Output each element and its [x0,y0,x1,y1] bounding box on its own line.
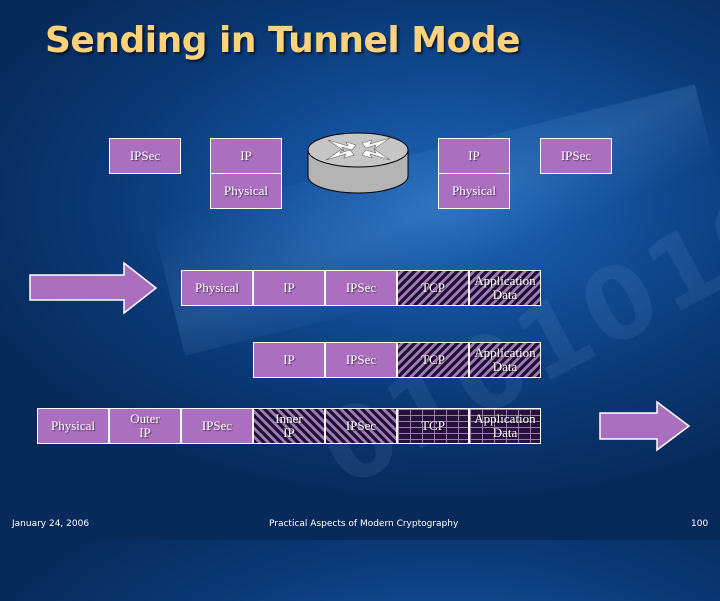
packet-field-encrypted: TCP [397,270,469,306]
packet-field-encrypted: IPSec [325,408,397,444]
left-ipsec-layer: IPSec [109,138,181,174]
background-streak [151,84,720,356]
right-physical-layer: Physical [438,173,510,209]
footer-date: January 24, 2006 [12,519,90,529]
packet-field-encrypted: Inner IP [253,408,325,444]
layer-label: IPSec [560,148,592,163]
layer-label: Physical [223,183,269,198]
field-label: Inner IP [275,411,303,440]
layer-label: Physical [451,183,497,198]
field-label: IPSec [345,352,377,367]
right-ipsec-layer: IPSec [540,138,612,174]
router-body [307,132,409,194]
packet-field: IP [253,342,325,378]
layer-label: IPSec [129,148,161,163]
field-label: Application Data [474,345,536,374]
field-label: IP [283,280,295,295]
layer-label: IP [468,148,480,163]
field-label: TCP [421,418,445,433]
packet-field-encrypted: Application Data [469,342,541,378]
router-arrows [325,137,391,161]
field-label: Outer IP [130,411,160,440]
layer-label: IP [240,148,252,163]
footer-course-title: Practical Aspects of Modern Cryptography [269,519,459,529]
field-label: Application Data [474,273,536,302]
left-physical-layer: Physical [210,173,282,209]
field-label: Physical [50,418,96,433]
field-label: IPSec [345,418,377,433]
packet-field-encrypted: TCP [397,408,469,444]
packet-field: Physical [181,270,253,306]
left-ip-layer: IP [210,138,282,174]
page-number: 100 [691,519,709,529]
field-label: Application Data [474,411,536,440]
packet-field-encrypted: TCP [397,342,469,378]
right-ip-layer: IP [438,138,510,174]
packet-field: IPSec [325,342,397,378]
field-label: IP [283,352,295,367]
packet-field-encrypted: Application Data [469,408,541,444]
packet-field: Physical [37,408,109,444]
field-label: Physical [194,280,240,295]
field-label: TCP [421,280,445,295]
field-label: TCP [421,352,445,367]
field-label: IPSec [345,280,377,295]
field-label: IPSec [201,418,233,433]
slide-title: Sending in Tunnel Mode [45,20,521,61]
packet-field: Outer IP [109,408,181,444]
packet-field: IPSec [181,408,253,444]
packet-field-encrypted: Application Data [469,270,541,306]
packet-field: IPSec [325,270,397,306]
packet-field: IP [253,270,325,306]
